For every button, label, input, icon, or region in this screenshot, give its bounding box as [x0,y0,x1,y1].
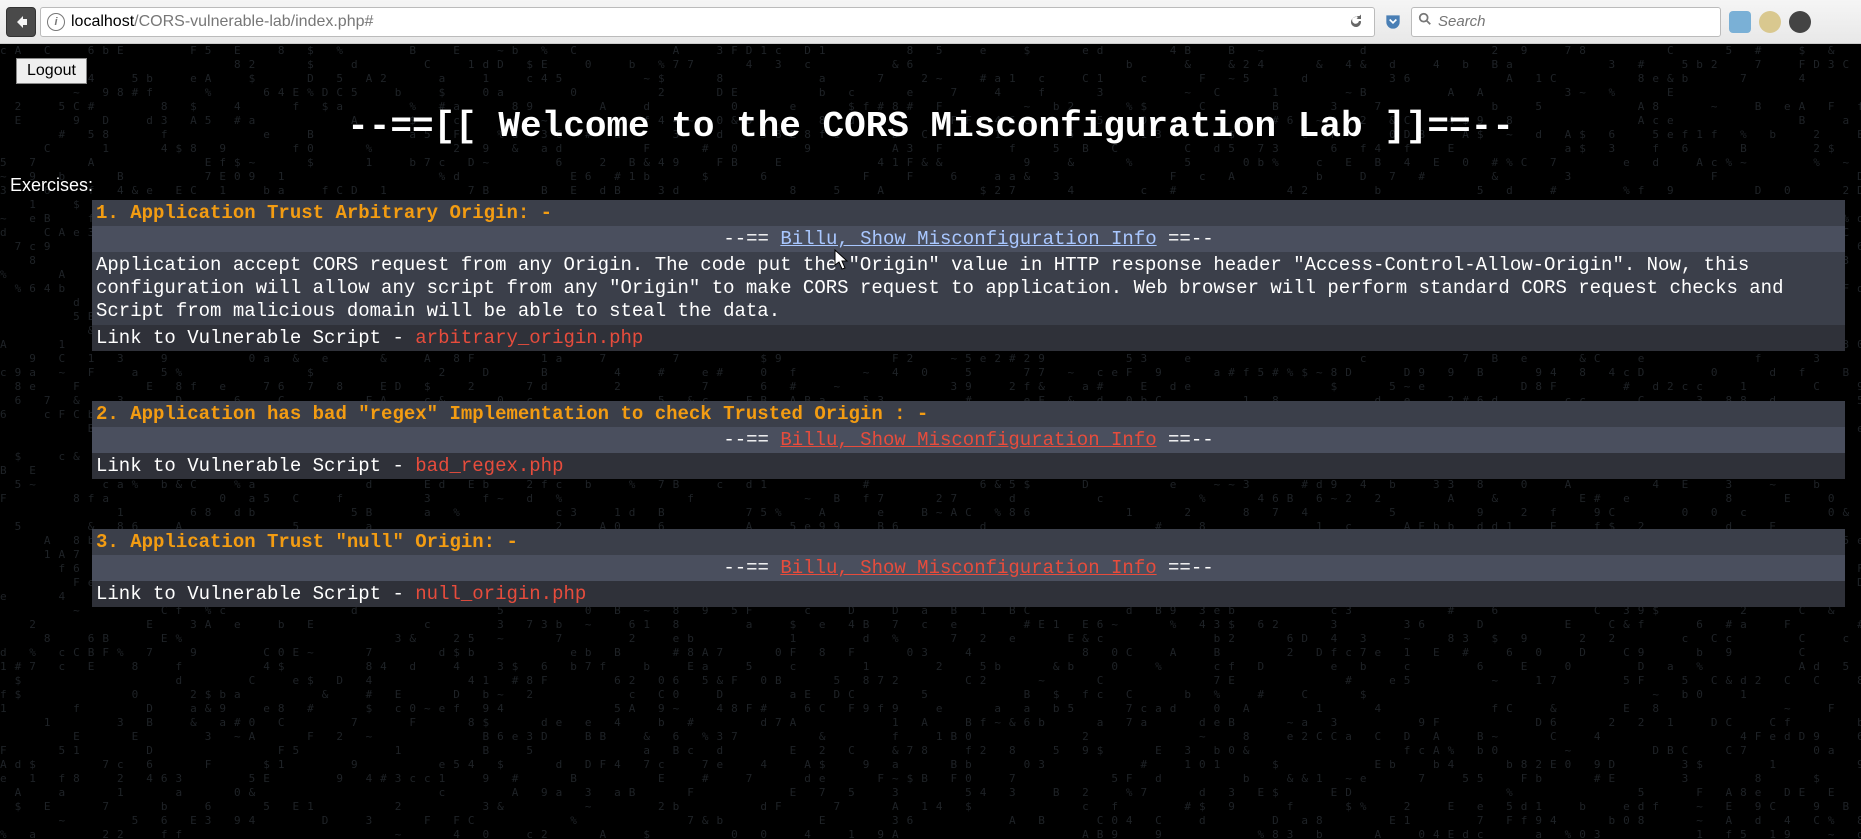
exercise-description: Application accept CORS request from any… [92,252,1845,325]
exercise-block: 2. Application has bad "regex" Implement… [92,401,1845,479]
exercise-header: 2. Application has bad "regex" Implement… [92,401,1845,427]
exercise-block: 1. Application Trust Arbitrary Origin: -… [92,200,1845,351]
page-title: --==[[ Welcome to the CORS Misconfigurat… [8,106,1853,147]
extension-icon-misc[interactable] [1759,11,1781,33]
search-icon [1418,12,1432,31]
vulnerable-script-link[interactable]: null_origin.php [415,583,586,605]
logout-button[interactable]: Logout [16,58,87,84]
pocket-button[interactable] [1379,8,1407,36]
billu-toggle-link[interactable]: Billu, Show Misconfiguration Info [780,429,1156,451]
vulnerable-script-link[interactable]: arbitrary_origin.php [415,327,643,349]
reload-button[interactable] [1344,10,1368,34]
toolbar-extras [1725,7,1855,37]
arrow-left-icon [13,14,29,30]
billu-row: --== Billu, Show Misconfiguration Info =… [92,226,1845,252]
vulnerable-script-link[interactable]: bad_regex.php [415,455,563,477]
url-bar[interactable]: i localhost/CORS-vulnerable-lab/index.ph… [40,7,1375,37]
exercises-label: Exercises: [10,175,1853,196]
browser-toolbar: i localhost/CORS-vulnerable-lab/index.ph… [0,0,1861,44]
billu-row: --== Billu, Show Misconfiguration Info =… [92,555,1845,581]
extension-icon-download[interactable] [1729,11,1751,33]
vulnerable-link-row: Link to Vulnerable Script - bad_regex.ph… [92,453,1845,479]
exercise-header: 1. Application Trust Arbitrary Origin: - [92,200,1845,226]
url-text: localhost/CORS-vulnerable-lab/index.php# [71,13,1338,31]
pocket-icon [1383,12,1403,32]
billu-toggle-link[interactable]: Billu, Show Misconfiguration Info [780,557,1156,579]
site-info-icon[interactable]: i [47,13,65,31]
vulnerable-link-row: Link to Vulnerable Script - arbitrary_or… [92,325,1845,351]
exercise-header: 3. Application Trust "null" Origin: - [92,529,1845,555]
vulnerable-link-row: Link to Vulnerable Script - null_origin.… [92,581,1845,607]
back-button[interactable] [6,7,36,37]
search-bar[interactable] [1411,7,1721,37]
exercise-block: 3. Application Trust "null" Origin: ---=… [92,529,1845,607]
billu-toggle-link[interactable]: Billu, Show Misconfiguration Info [780,228,1156,250]
search-input[interactable] [1438,13,1714,30]
page-body: cA C 6bE F5 E 8 $ % B E ~b % C A 3FD1c D… [0,44,1861,839]
extension-icon-menu[interactable] [1789,11,1811,33]
billu-row: --== Billu, Show Misconfiguration Info =… [92,427,1845,453]
reload-icon [1348,14,1364,30]
